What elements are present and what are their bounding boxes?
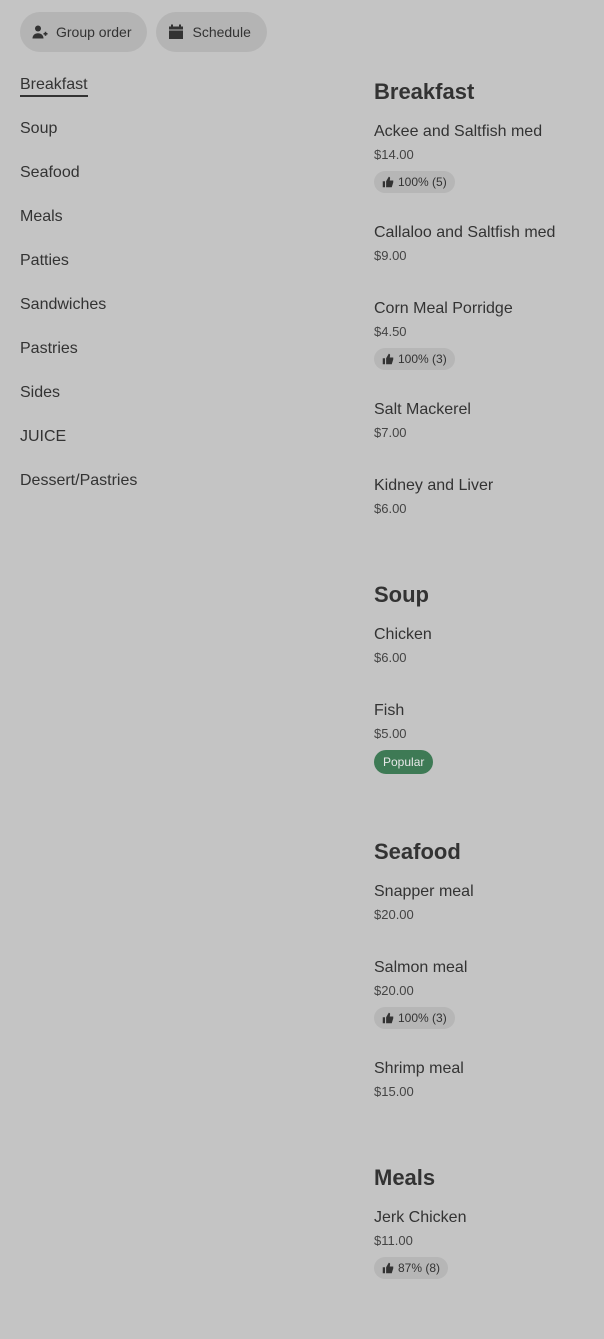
menu-item[interactable]: Jerk Chicken $11.00 87% (8) (374, 1208, 604, 1279)
item-price: $9.00 (374, 248, 407, 263)
item-price: $14.00 (374, 147, 414, 162)
item-name: Snapper meal (374, 883, 474, 900)
nav-item-label: Sandwiches (20, 296, 107, 313)
rating-badge: 100% (3) (374, 348, 455, 370)
rating-badge: 100% (5) (374, 171, 455, 193)
nav-item-label: Breakfast (20, 75, 88, 97)
nav-item-breakfast[interactable]: Breakfast (20, 74, 137, 118)
menu-list: Breakfast Ackee and Saltfish med $14.00 100… (374, 74, 604, 1339)
rating-badge: 87% (8) (374, 1257, 449, 1279)
thumbs-up-icon (382, 1262, 398, 1274)
menu-section-meals: Meals Jerk Chicken $11.00 87% (8) (374, 1160, 604, 1339)
section-title: Meals (374, 1165, 436, 1190)
nav-item-label: Meals (20, 208, 63, 225)
item-name: Salt Mackerel (374, 401, 471, 418)
section-title: Breakfast (374, 79, 475, 104)
menu-section-seafood: Seafood Snapper meal $20.00 Salmon meal $20.… (374, 834, 604, 1160)
item-name: Corn Meal Porridge (374, 300, 513, 317)
item-price: $5.00 (374, 726, 407, 741)
menu-item[interactable]: Kidney and Liver $6.00 (374, 476, 604, 517)
thumbs-up-icon (382, 1012, 398, 1024)
rating-text: 87% (8) (398, 1261, 441, 1275)
rating-text: 100% (5) (398, 175, 447, 189)
item-name: Kidney and Liver (374, 477, 494, 494)
menu-item[interactable]: Salmon meal $20.00 100% (3) (374, 958, 604, 1029)
menu-section-soup: Soup Chicken $6.00 Fish $5.00 Popular (374, 577, 604, 834)
nav-item-patties[interactable]: Patties (20, 250, 137, 294)
item-name: Callaloo and Saltfish med (374, 224, 556, 241)
item-name: Jerk Chicken (374, 1209, 467, 1226)
section-title: Soup (374, 582, 429, 607)
item-name: Chicken (374, 626, 432, 643)
menu-item[interactable]: Chicken $6.00 (374, 625, 604, 666)
item-price: $4.50 (374, 324, 407, 339)
item-price: $20.00 (374, 907, 414, 922)
nav-item-sides[interactable]: Sides (20, 382, 137, 426)
group-order-label: Group order (56, 24, 132, 40)
item-name: Salmon meal (374, 959, 468, 976)
schedule-label: Schedule (192, 24, 251, 40)
thumbs-up-icon (382, 176, 398, 188)
rating-badge: 100% (3) (374, 1007, 455, 1029)
nav-item-label: Patties (20, 252, 69, 269)
item-name: Fish (374, 702, 405, 719)
nav-item-label: JUICE (20, 428, 67, 445)
rating-text: 100% (3) (398, 352, 447, 366)
menu-item[interactable]: Corn Meal Porridge $4.50 100% (3) (374, 299, 604, 370)
menu-section-breakfast: Breakfast Ackee and Saltfish med $14.00 100… (374, 74, 604, 577)
nav-item-sandwiches[interactable]: Sandwiches (20, 294, 137, 338)
menu-item[interactable]: Shrimp meal $15.00 (374, 1059, 604, 1100)
rating-text: 100% (3) (398, 1011, 447, 1025)
nav-item-label: Dessert/Pastries (20, 472, 138, 489)
item-price: $6.00 (374, 650, 407, 665)
group-order-button[interactable]: Group order (20, 12, 148, 52)
thumbs-up-icon (382, 353, 398, 365)
menu-item[interactable]: Salt Mackerel $7.00 (374, 400, 604, 441)
nav-item-dessert-pastries[interactable]: Dessert/Pastries (20, 470, 137, 514)
nav-item-label: Seafood (20, 164, 80, 181)
menu-item[interactable]: Callaloo and Saltfish med $9.00 (374, 223, 604, 264)
nav-item-pastries[interactable]: Pastries (20, 338, 137, 382)
item-price: $6.00 (374, 501, 407, 516)
item-price: $11.00 (374, 1233, 413, 1248)
nav-item-label: Sides (20, 384, 61, 401)
nav-item-label: Soup (20, 120, 58, 137)
menu-item[interactable]: Fish $5.00 Popular (374, 701, 604, 774)
menu-item[interactable]: Snapper meal $20.00 (374, 882, 604, 923)
popular-badge: Popular (374, 750, 434, 774)
nav-item-soup[interactable]: Soup (20, 118, 137, 162)
calendar-icon (168, 24, 184, 40)
nav-item-meals[interactable]: Meals (20, 206, 137, 250)
nav-item-seafood[interactable]: Seafood (20, 162, 137, 206)
item-price: $15.00 (374, 1084, 414, 1099)
item-name: Shrimp meal (374, 1060, 464, 1077)
menu-item[interactable]: Ackee and Saltfish med $14.00 100% (5) (374, 122, 604, 193)
item-price: $7.00 (374, 425, 407, 440)
item-name: Ackee and Saltfish med (374, 123, 543, 140)
category-nav: Breakfast Soup Seafood Meals Patties Sandwich… (20, 74, 137, 514)
add-person-icon (32, 24, 48, 40)
top-actions: Group order Schedule (20, 12, 267, 52)
schedule-button[interactable]: Schedule (156, 12, 267, 52)
nav-item-juice[interactable]: JUICE (20, 426, 137, 470)
section-title: Seafood (374, 839, 461, 864)
nav-item-label: Pastries (20, 340, 78, 357)
item-price: $20.00 (374, 983, 414, 998)
